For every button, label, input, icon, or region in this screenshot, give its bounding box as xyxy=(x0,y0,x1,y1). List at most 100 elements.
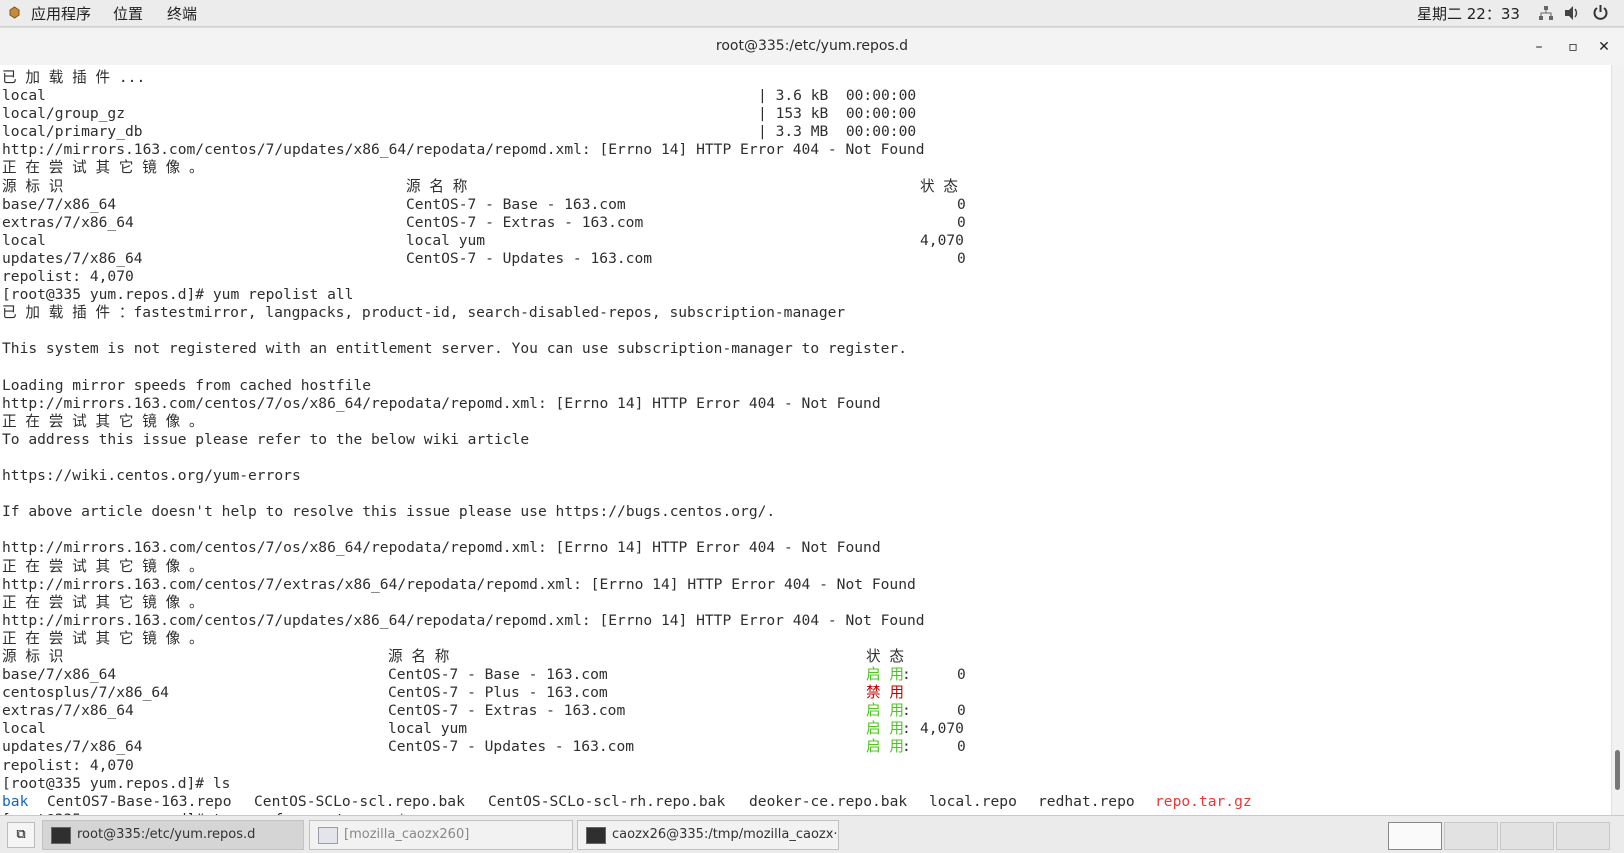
terminal-line: repolist: 4,070 xyxy=(2,268,925,286)
terminal-line: This system is not registered with an en… xyxy=(2,340,925,358)
terminal-line: local local yum 4,070 xyxy=(2,232,964,250)
terminal-output[interactable]: 已 加 载 插 件 ... local | 3.6 kB 00:00:00 local… xyxy=(0,65,1612,815)
terminal-column-text: deoker-ce.repo.bak xyxy=(749,792,908,810)
terminal-line: Loading mirror speeds from cached hostfi… xyxy=(2,377,925,395)
show-desktop-button[interactable]: ⧉ xyxy=(7,822,35,848)
workspace-2[interactable] xyxy=(1444,822,1498,850)
window-titlebar[interactable]: root@335:/etc/yum.repos.d – ▫ ✕ xyxy=(0,27,1624,66)
network-icon[interactable] xyxy=(1538,5,1554,21)
terminal-column-text: : xyxy=(902,666,911,684)
terminal-line: To address this issue please refer to th… xyxy=(2,431,925,449)
terminal-line: 正 在 尝 试 其 它 镜 像 。 xyxy=(2,594,925,612)
terminal-column-text: CentOS-7 - Updates - 163.com xyxy=(388,738,635,756)
terminal-scrollbar[interactable] xyxy=(1611,65,1624,815)
terminal-line-text: http://mirrors.163.com/centos/7/os/x86_6… xyxy=(2,539,881,557)
terminal-column-text: CentOS-7 - Plus - 163.com xyxy=(388,684,608,702)
terminal-line: local/group_gz | 153 kB 00:00:00 xyxy=(2,105,925,123)
terminal-line: [root@335 yum.repos.d]# ls xyxy=(2,775,925,793)
terminal-line-text: 正 在 尝 试 其 它 镜 像 。 xyxy=(2,159,204,177)
terminal-line: extras/7/x86_64 CentOS-7 - Extras - 163.c… xyxy=(2,702,966,720)
task-terminal-tmp[interactable]: caozx26@335:/tmp/mozilla_caozx··· xyxy=(577,820,839,850)
task-mozilla-folder[interactable]: [mozilla_caozx260] xyxy=(309,820,573,850)
terminal-column-text: CentOS-7 - Extras - 163.com xyxy=(388,702,626,720)
terminal-column-text: 4,070 xyxy=(920,720,964,738)
terminal-line-text: updates/7/x86_64 xyxy=(2,249,143,267)
terminal-line: If above article doesn't help to resolve… xyxy=(2,503,925,521)
terminal-line: 正 在 尝 试 其 它 镜 像 。 xyxy=(2,159,925,177)
document-icon xyxy=(318,827,338,844)
terminal-line: updates/7/x86_64 CentOS-7 - Updates - 163… xyxy=(2,738,966,756)
clock[interactable]: 星期二 22：33 xyxy=(1417,3,1520,24)
terminal-column-text: 0 xyxy=(957,213,966,231)
terminal-line: extras/7/x86_64 CentOS-7 - Extras - 163.c… xyxy=(2,213,966,232)
terminal-line: https://wiki.centos.org/yum-errors xyxy=(2,467,925,485)
terminal-column-text: 启 用 xyxy=(866,666,904,684)
terminal-line-text: http://mirrors.163.com/centos/7/extras/x… xyxy=(2,575,916,593)
terminal-line: bak CentOS7-Base-163.repo CentOS-SCLo-scl.… xyxy=(2,792,1252,811)
task-label: [mozilla_caozx260] xyxy=(344,827,470,842)
terminal-column-text: | 3.6 kB 00:00:00 xyxy=(758,87,917,105)
top-panel: 应用程序 位置 终端 星期二 22：33 xyxy=(0,0,1624,27)
terminal-line-text: 已 加 载 插 件 ：fastestmirror, langpacks, pro… xyxy=(2,304,846,322)
workspace-1[interactable] xyxy=(1388,822,1442,850)
window-title: root@335:/etc/yum.repos.d xyxy=(715,38,909,54)
terminal-line: local/primary_db | 3.3 MB 00:00:00 xyxy=(2,123,925,141)
task-terminal-yum[interactable]: root@335:/etc/yum.repos.d xyxy=(42,820,304,850)
terminal-column-text: CentOS-SCLo-scl-rh.repo.bak xyxy=(488,792,726,810)
terminal-line-text: base/7/x86_64 xyxy=(2,195,117,213)
applications-menu[interactable]: 应用程序 xyxy=(31,3,91,24)
terminal-column-text: 状 态 xyxy=(866,648,904,665)
maximize-button[interactable]: ▫ xyxy=(1559,34,1587,60)
terminal-line: centosplus/7/x86_64 CentOS-7 - Plus - 163… xyxy=(2,684,925,702)
terminal-line-text: local xyxy=(2,720,46,738)
terminal-line-text: repolist: 4,070 xyxy=(2,268,134,286)
terminal-line-text: local/group_gz xyxy=(2,105,126,123)
volume-icon[interactable] xyxy=(1563,5,1581,21)
terminal-column-text: CentOS-SCLo-scl.repo.bak xyxy=(254,792,465,810)
terminal-line-text: updates/7/x86_64 xyxy=(2,738,143,756)
terminal-column-text: : xyxy=(902,702,911,720)
terminal-line-text: 源 标 识 xyxy=(2,177,64,195)
terminal-column-text: 禁 用 xyxy=(866,684,904,702)
terminal-column-text: 启 用 xyxy=(866,720,904,738)
terminal-line-text: http://mirrors.163.com/centos/7/updates/… xyxy=(2,141,925,159)
terminal-line-text: If above article doesn't help to resolve… xyxy=(2,503,776,521)
minimize-button[interactable]: – xyxy=(1525,34,1553,60)
terminal-column-text: : xyxy=(902,720,911,738)
terminal-column-text: redhat.repo xyxy=(1038,792,1135,810)
close-button[interactable]: ✕ xyxy=(1590,34,1618,60)
power-icon[interactable] xyxy=(1592,4,1609,21)
terminal-line-text: 正 在 尝 试 其 它 镜 像 。 xyxy=(2,412,204,430)
terminal-line-text: local/primary_db xyxy=(2,123,143,141)
terminal-line: http://mirrors.163.com/centos/7/extras/x… xyxy=(2,576,925,594)
terminal-column-text: 0 xyxy=(957,195,966,213)
workspace-3[interactable] xyxy=(1500,822,1554,850)
terminal-column-text: CentOS-7 - Base - 163.com xyxy=(406,195,626,213)
scrollbar-thumb[interactable] xyxy=(1615,750,1620,790)
terminal-column-text: repo.tar.gz xyxy=(1155,792,1252,810)
terminal-line: 正 在 尝 试 其 它 镜 像 。 xyxy=(2,413,925,431)
terminal-column-text: : xyxy=(902,738,911,756)
workspace-4[interactable] xyxy=(1556,822,1610,850)
terminal-menu[interactable]: 终端 xyxy=(167,3,197,24)
terminal-line-text: 正 在 尝 试 其 它 镜 像 。 xyxy=(2,557,204,575)
terminal-line-text: [root@335 yum.repos.d]# ls xyxy=(2,774,231,792)
terminal-line-text: centosplus/7/x86_64 xyxy=(2,684,169,702)
terminal-column-text: bak xyxy=(2,792,29,810)
terminal-line: 已 加 载 插 件 ：fastestmirror, langpacks, pro… xyxy=(2,304,925,322)
applications-logo-icon xyxy=(9,6,20,19)
terminal-line-text: extras/7/x86_64 xyxy=(2,213,134,231)
terminal-line-text: Loading mirror speeds from cached hostfi… xyxy=(2,376,372,394)
terminal-line-text: 正 在 尝 试 其 它 镜 像 。 xyxy=(2,593,204,611)
task-label: root@335:/etc/yum.repos.d xyxy=(77,827,256,842)
places-menu[interactable]: 位置 xyxy=(113,3,143,24)
terminal-column-text: CentOS-7 - Updates - 163.com xyxy=(406,249,653,267)
terminal-line: 正 在 尝 试 其 它 镜 像 。 xyxy=(2,630,925,648)
terminal-line: http://mirrors.163.com/centos/7/os/x86_6… xyxy=(2,539,925,557)
terminal-line-text: extras/7/x86_64 xyxy=(2,702,134,720)
terminal-column-text: CentOS-7 - Base - 163.com xyxy=(388,666,608,684)
terminal-column-text: 0 xyxy=(957,249,966,267)
